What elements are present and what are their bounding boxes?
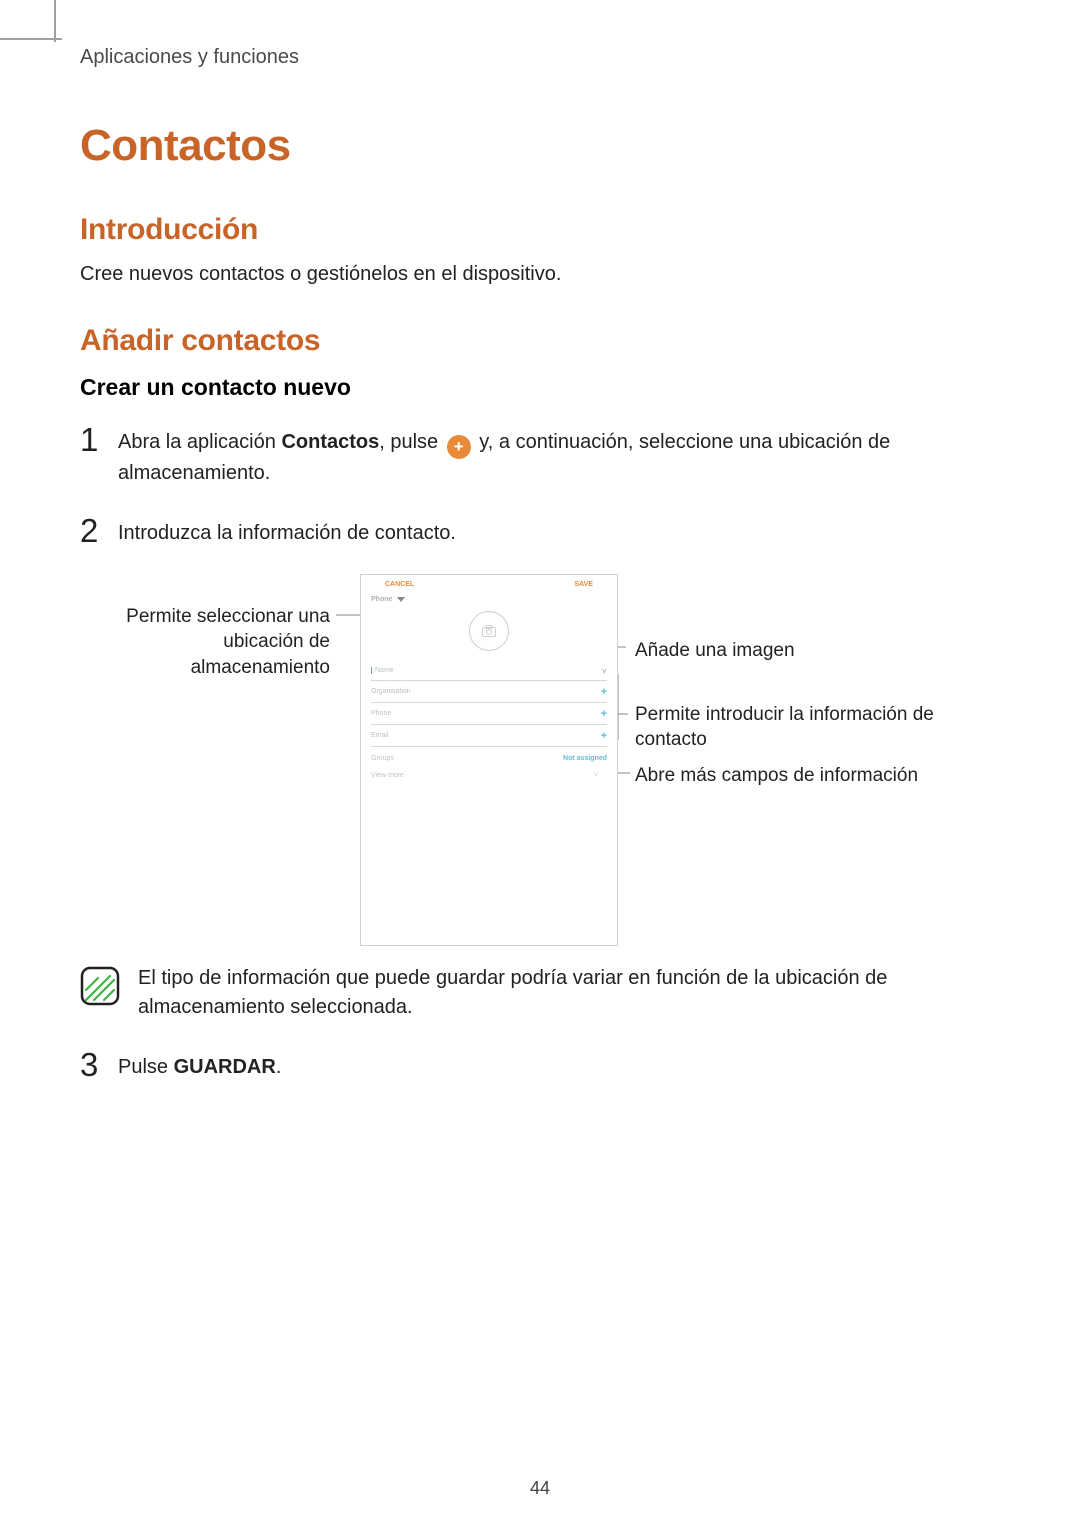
field-groups: Groups Not assigned xyxy=(371,755,607,762)
plus-icon: + xyxy=(601,686,607,698)
step-3-number: 3 xyxy=(80,1048,118,1081)
field-phone: Phone + xyxy=(371,703,607,725)
section-add-heading: Añadir contactos xyxy=(80,324,1000,358)
running-head: Aplicaciones y funciones xyxy=(80,46,1000,69)
annotation-enter-info: Permite introducir la información de con… xyxy=(635,702,935,753)
note-icon xyxy=(80,966,120,1006)
figure-create-contact: Permite seleccionar una ubicación de alm… xyxy=(80,574,980,954)
step-1: 1 Abra la aplicación Contactos, pulse + … xyxy=(80,423,1000,488)
chevron-down-icon: ˅ xyxy=(602,666,607,676)
plus-icon: + xyxy=(447,435,471,459)
intro-text: Cree nuevos contactos o gestiónelos en e… xyxy=(80,263,1000,286)
crop-mark-v xyxy=(54,0,56,42)
chevron-down-icon xyxy=(397,597,405,602)
phone-screenshot: CANCEL SAVE Phone Name ˅ Organis xyxy=(360,574,618,946)
section-intro-heading: Introducción xyxy=(80,213,1000,247)
step-2: 2 Introduzca la información de contacto. xyxy=(80,514,1000,548)
phone-location-row: Phone xyxy=(361,588,617,605)
page-number: 44 xyxy=(0,1478,1080,1499)
field-name: Name ˅ xyxy=(371,661,607,681)
camera-icon xyxy=(469,611,509,651)
step-2-text: Introduzca la información de contacto. xyxy=(118,514,1000,548)
crop-mark-h xyxy=(0,38,62,40)
page-title: Contactos xyxy=(80,121,1000,171)
step-1-text: Abra la aplicación Contactos, pulse + y,… xyxy=(118,423,1000,488)
phone-save: SAVE xyxy=(574,581,593,588)
field-viewmore: View more ˅ xyxy=(371,772,607,779)
note-text: El tipo de información que puede guardar… xyxy=(138,964,1000,1022)
plus-icon: + xyxy=(601,730,607,742)
step-1-number: 1 xyxy=(80,423,118,456)
step-2-number: 2 xyxy=(80,514,118,547)
plus-icon: + xyxy=(601,708,607,720)
chevron-down-icon: ˅ xyxy=(594,772,598,779)
note-box: El tipo de información que puede guardar… xyxy=(80,964,1000,1022)
step-3: 3 Pulse GUARDAR. xyxy=(80,1048,1000,1082)
annotation-add-image: Añade una imagen xyxy=(635,638,935,664)
annotation-view-more: Abre más campos de información xyxy=(635,763,935,789)
step-3-text: Pulse GUARDAR. xyxy=(118,1048,1000,1082)
annotation-storage-location: Permite seleccionar una ubicación de alm… xyxy=(80,604,330,681)
field-organisation: Organisation + xyxy=(371,681,607,703)
subheading-create: Crear un contacto nuevo xyxy=(80,374,1000,401)
phone-cancel: CANCEL xyxy=(385,581,414,588)
field-email: Email + xyxy=(371,725,607,747)
